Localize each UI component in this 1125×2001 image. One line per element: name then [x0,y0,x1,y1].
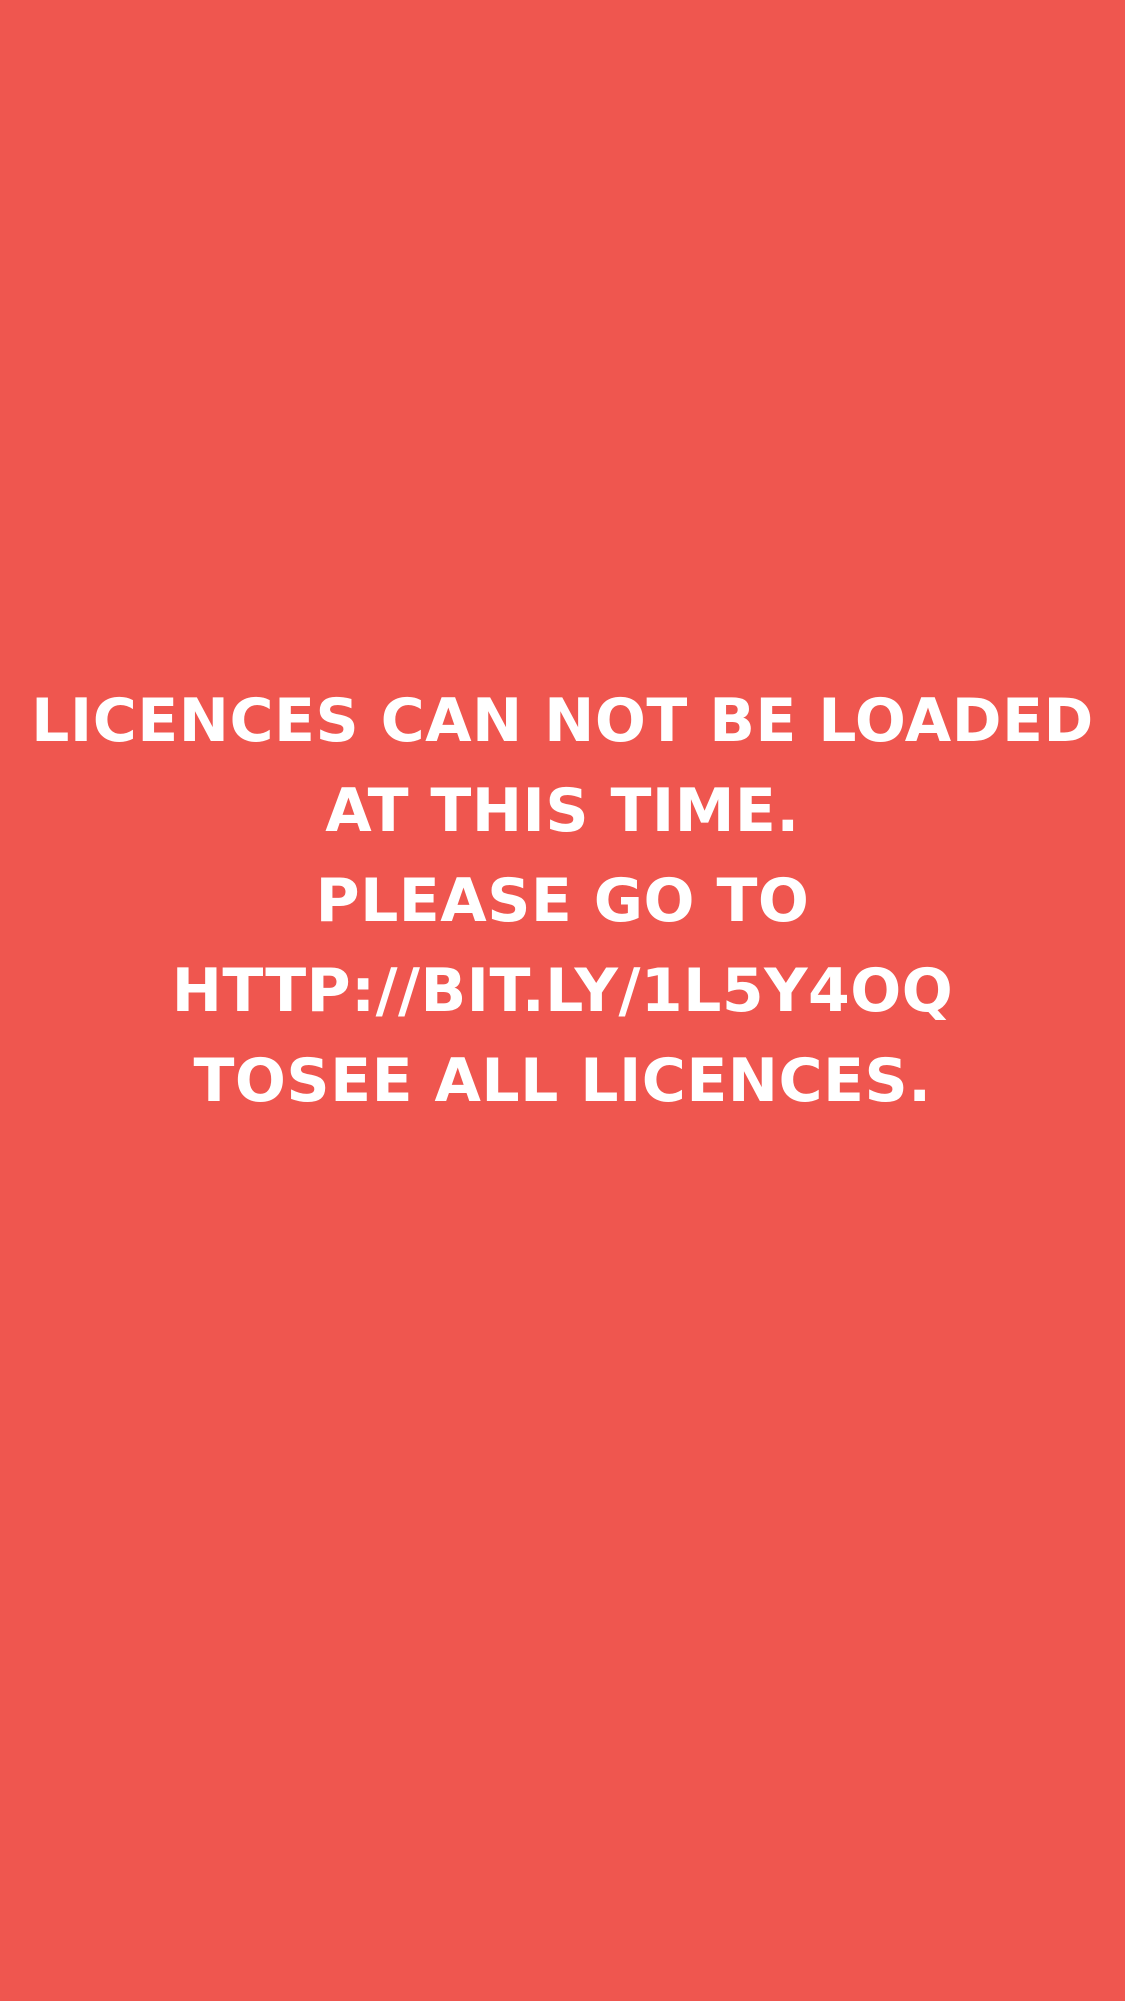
error-screen: LICENCES CAN NOT BE LOADED AT THIS TIME.… [0,0,1125,2001]
error-message-line-5: TOSEE ALL LICENCES. [193,1046,932,1116]
licences-url-text: HTTP://BIT.LY/1L5Y4OQ [171,956,954,1026]
error-message: LICENCES CAN NOT BE LOADED AT THIS TIME.… [0,676,1125,1126]
error-message-line-3: PLEASE GO TO [315,866,810,936]
error-message-line-1: LICENCES CAN NOT BE LOADED [31,686,1094,756]
error-message-line-2: AT THIS TIME. [325,776,800,846]
